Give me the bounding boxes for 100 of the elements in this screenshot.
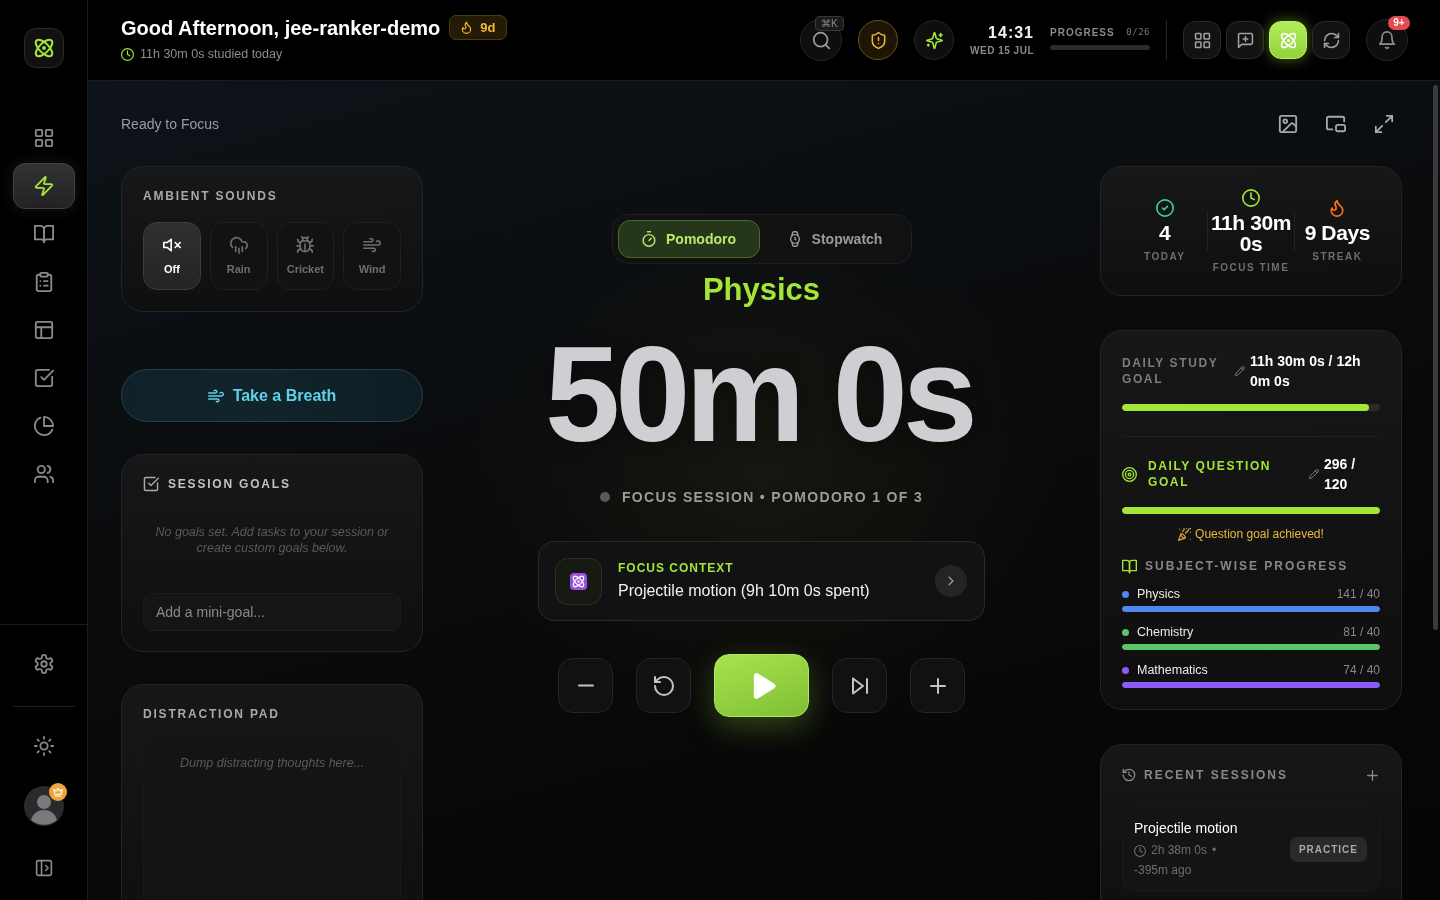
settings-icon: [33, 654, 54, 674]
picture-in-picture-icon: [1326, 114, 1346, 134]
minus-icon: [576, 684, 595, 687]
goal-label: DAILY QUESTION GOAL: [1148, 458, 1273, 490]
session-time-ago: -395m ago: [1134, 862, 1192, 879]
book-icon: [33, 224, 54, 244]
clock-time: 14:31: [988, 23, 1034, 43]
sun-icon: [33, 736, 54, 756]
shortcut-hint: ⌘K: [815, 16, 844, 31]
card-title: SESSION GOALS: [168, 476, 291, 492]
progress-count: 0/26: [1126, 26, 1150, 39]
session-title: Projectile motion: [1134, 819, 1239, 837]
status-dot-icon: [599, 492, 610, 502]
notification-count: 9+: [1388, 16, 1410, 30]
stat-value: 11h 30m 0s: [1209, 211, 1293, 254]
distraction-notes-field[interactable]: Dump distracting thoughts here...: [143, 736, 401, 900]
mode-tab[interactable]: Pomodoro: [617, 220, 760, 258]
timer-icon: [641, 231, 657, 247]
goal-label: DAILY STUDY GOAL: [1122, 355, 1220, 387]
grid-icon: [1193, 31, 1211, 49]
subject-count: 81 / 40: [1343, 624, 1380, 640]
section-title: SUBJECT-WISE PROGRESS: [1145, 558, 1349, 574]
pie-chart-icon: [33, 416, 54, 436]
session-type-tag: PRACTICE: [1289, 836, 1367, 862]
sound-button[interactable]: Rain: [209, 222, 268, 290]
subject-title: Physics: [702, 271, 821, 309]
progress-label: PROGRESS: [1050, 26, 1115, 39]
pencil-icon[interactable]: [1235, 366, 1245, 376]
clipboard-icon: [33, 272, 54, 292]
reset-button[interactable]: [636, 658, 691, 713]
refresh-icon: [1322, 31, 1340, 49]
sound-button[interactable]: Wind: [343, 222, 401, 290]
session-duration: 2h 38m 0s: [1151, 842, 1208, 859]
notifications-button[interactable]: [1366, 19, 1408, 61]
grid-icon: [33, 128, 54, 148]
expand-icon: [1374, 114, 1394, 134]
fullscreen-button[interactable]: [1372, 112, 1396, 136]
checkbox-icon: [143, 476, 159, 492]
play-button[interactable]: [714, 654, 809, 717]
rain-cloud-icon: [229, 236, 248, 254]
mode-tab[interactable]: Stopwatch: [763, 220, 906, 258]
toolbar-button[interactable]: [1312, 21, 1350, 59]
goal-achieved-message: Question goal achieved!: [1195, 526, 1324, 542]
focus-shield-button[interactable]: [858, 20, 899, 60]
checkbox-icon: [33, 368, 54, 388]
add-session-button[interactable]: [1365, 767, 1380, 783]
sidebar-panel-icon: [34, 859, 53, 877]
background-image-button[interactable]: [1276, 112, 1300, 136]
stat-label: STREAK: [1312, 250, 1363, 263]
sparkles-icon: [925, 31, 943, 49]
atom-logo-icon[interactable]: [23, 28, 64, 68]
stat-value: 4: [1159, 222, 1171, 243]
wind-icon: [363, 236, 382, 254]
crown-icon: [48, 783, 67, 801]
check-circle-icon: [1155, 199, 1174, 217]
greeting-title: Good Afternoon, jee-ranker-demo: [121, 15, 441, 40]
clock-icon: [1242, 188, 1260, 207]
empty-goals-text: No goals set. Add tasks to your session or create custom goals below.: [154, 524, 390, 556]
layout-icon: [33, 320, 54, 340]
message-plus-icon: [1236, 31, 1254, 49]
timer-display: 50m 0s: [545, 327, 974, 462]
mini-goal-input[interactable]: Add a mini-goal...: [143, 593, 401, 631]
skip-button[interactable]: [832, 658, 887, 713]
subject-count: 141 / 40: [1336, 586, 1380, 602]
nav-button[interactable]: [12, 163, 75, 209]
sound-button[interactable]: Off: [143, 222, 201, 290]
card-title: DISTRACTION PAD: [143, 706, 281, 722]
status-text: Ready to Focus: [121, 115, 220, 133]
muted-speaker-icon: [162, 236, 181, 254]
toolbar-button[interactable]: [1226, 21, 1264, 59]
flame-icon: [1328, 199, 1347, 217]
breathing-button[interactable]: Take a Breath: [121, 369, 423, 422]
bug-icon: [296, 236, 315, 254]
card-title: RECENT SESSIONS: [1144, 767, 1290, 783]
pencil-icon[interactable]: [1309, 469, 1319, 479]
bell-icon: [1378, 31, 1396, 49]
clock-date: WED 15 JUL: [970, 44, 1034, 57]
image-icon: [1278, 114, 1298, 134]
sound-button[interactable]: Cricket: [276, 222, 335, 290]
toolbar-button[interactable]: [1183, 21, 1221, 59]
subject-name: Physics: [1137, 586, 1182, 602]
users-icon: [33, 464, 54, 484]
bullet-separator: •: [1212, 842, 1217, 859]
scrollbar-thumb[interactable]: [1433, 85, 1438, 630]
party-popper-icon: [1178, 527, 1192, 541]
goal-value: 296 / 120: [1324, 455, 1357, 494]
shield-alert-icon: [869, 31, 887, 49]
flame-icon: [460, 21, 474, 34]
context-topic: Projectile motion (9h 10m 0s spent): [618, 581, 871, 601]
target-icon: [1122, 466, 1137, 482]
card-title: AMBIENT SOUNDS: [143, 188, 279, 204]
context-label: FOCUS CONTEXT: [618, 561, 735, 575]
search-icon: [811, 30, 831, 50]
subject-count: 74 / 40: [1343, 662, 1380, 678]
sparkle-button[interactable]: [914, 20, 955, 60]
atom-icon: [1279, 31, 1297, 49]
stat-value: 9 Days: [1304, 222, 1370, 243]
session-item[interactable]: Projectile motion 2h 38m 0s • -395m ago PRACTICE: [1122, 806, 1380, 892]
history-icon: [1122, 768, 1136, 782]
wind-icon: [207, 387, 224, 404]
